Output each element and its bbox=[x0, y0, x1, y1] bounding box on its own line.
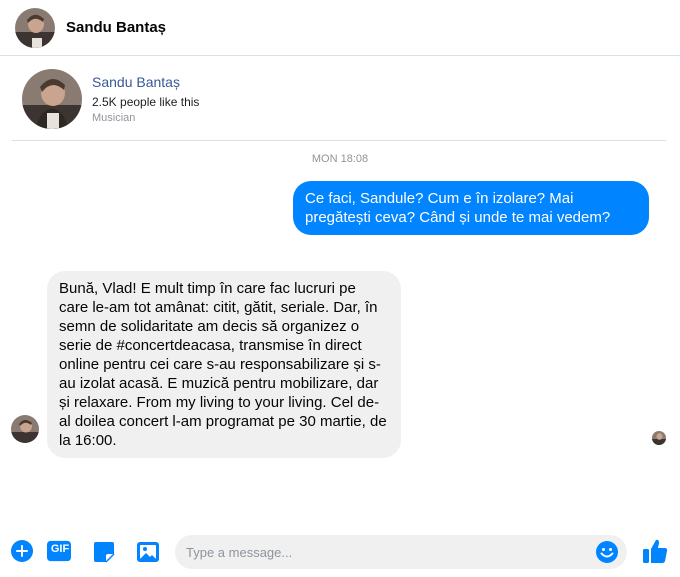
sticker-icon bbox=[94, 542, 115, 563]
photo-icon bbox=[137, 542, 159, 562]
like-icon bbox=[643, 539, 668, 563]
photo-button[interactable] bbox=[136, 540, 160, 564]
add-button[interactable] bbox=[10, 539, 34, 563]
message-timestamp: MON 18:08 bbox=[311, 153, 369, 165]
profile-name-link[interactable]: Sandu Bantaș bbox=[92, 74, 199, 90]
message-input[interactable] bbox=[175, 535, 627, 569]
profile-avatar[interactable] bbox=[22, 68, 82, 129]
emoji-icon bbox=[596, 541, 618, 563]
add-icon bbox=[11, 540, 33, 562]
profile-card: Sandu Bantaș 2.5K people like this Music… bbox=[12, 57, 666, 141]
gif-label: GIF bbox=[50, 543, 70, 555]
like-button[interactable] bbox=[641, 537, 669, 565]
profile-category: Musician bbox=[92, 111, 136, 124]
emoji-button[interactable] bbox=[595, 540, 619, 564]
profile-info: Sandu Bantaș 2.5K people like this Music… bbox=[92, 74, 199, 124]
read-receipt-avatar bbox=[652, 431, 666, 445]
gif-button[interactable]: GIF bbox=[47, 539, 71, 563]
incoming-message-bubble[interactable]: Bună, Vlad! E mult timp în care fac lucr… bbox=[47, 271, 401, 458]
header-avatar[interactable] bbox=[15, 7, 55, 48]
profile-likes: 2.5K people like this bbox=[92, 94, 200, 109]
conversation-header: Sandu Bantaș bbox=[0, 0, 680, 56]
sticker-button[interactable] bbox=[92, 540, 116, 564]
outgoing-message-bubble[interactable]: Ce faci, Sandule? Cum e în izolare? Mai … bbox=[293, 181, 649, 235]
sender-avatar[interactable] bbox=[11, 415, 39, 443]
header-title[interactable]: Sandu Bantaș bbox=[66, 19, 166, 36]
